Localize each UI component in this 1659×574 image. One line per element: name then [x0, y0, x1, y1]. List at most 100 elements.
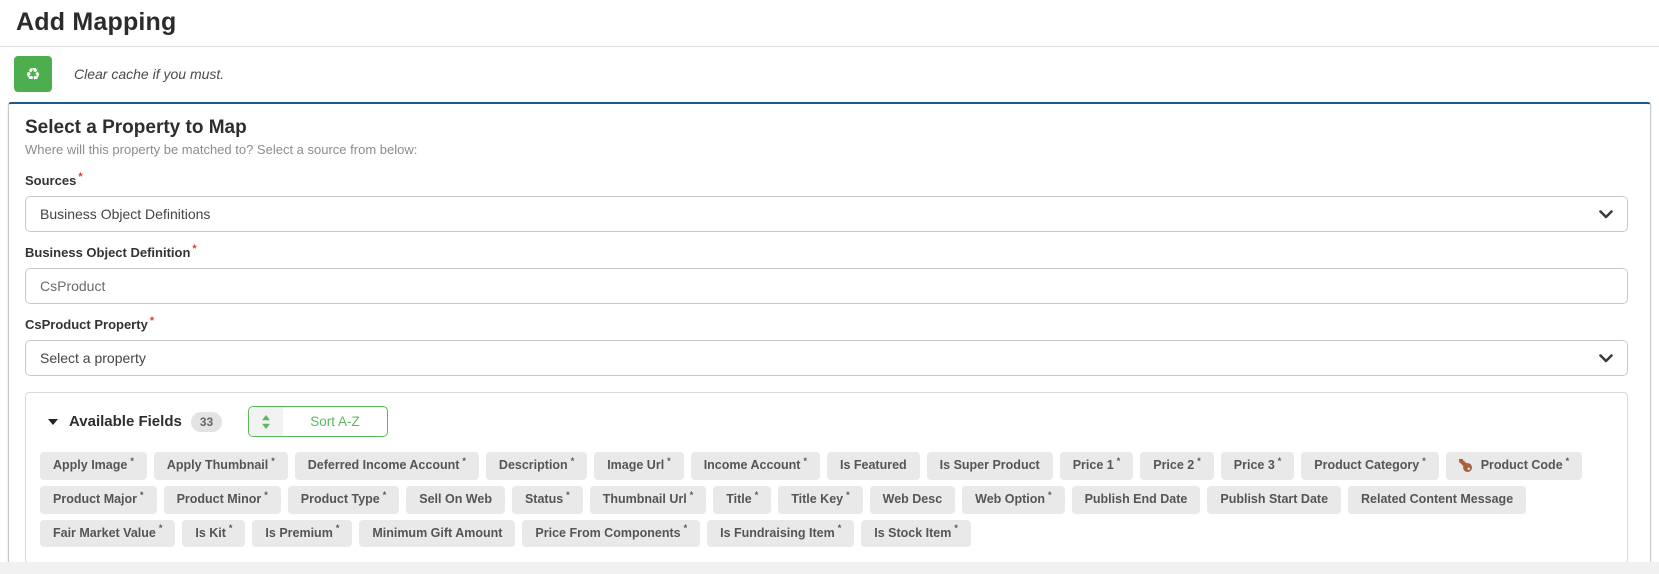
key-icon [1459, 459, 1472, 472]
field-chip-label: Fair Market Value [53, 527, 156, 541]
field-chip[interactable]: Sell On Web [406, 486, 505, 514]
field-chip-label: Is Kit [195, 527, 226, 541]
field-chip[interactable]: Publish End Date [1072, 486, 1201, 514]
sources-label: Sources* [25, 173, 1628, 188]
field-chip[interactable]: Web Option* [962, 486, 1064, 514]
sources-select[interactable]: Business Object Definitions [25, 196, 1628, 232]
field-chip[interactable]: Price 3* [1221, 452, 1295, 480]
field-chip[interactable]: Apply Thumbnail* [154, 452, 288, 480]
field-chip[interactable]: Description* [486, 452, 587, 480]
field-chip[interactable]: Product Minor* [164, 486, 281, 514]
field-chip-label: Web Option [975, 493, 1045, 507]
sort-az-label: Sort A-Z [283, 407, 387, 436]
field-chip[interactable]: Is Kit* [182, 520, 245, 548]
field-chip-label: Is Fundraising Item [720, 527, 835, 541]
required-asterisk: * [192, 243, 196, 255]
field-chip-label: Product Type [301, 493, 380, 507]
field-chip[interactable]: Is Stock Item* [861, 520, 971, 548]
field-chip-label: Is Super Product [940, 459, 1040, 473]
business-object-definition-input[interactable]: CsProduct [25, 268, 1628, 304]
field-chip[interactable]: Minimum Gift Amount [359, 520, 515, 548]
available-fields-list: Apply Image*Apply Thumbnail*Deferred Inc… [38, 452, 1615, 547]
chip-required-marker: * [838, 524, 842, 534]
available-fields-title: Available Fields [69, 413, 182, 430]
field-chip-label: Product Code [1481, 459, 1563, 473]
csproduct-property-label: CsProduct Property* [25, 317, 1628, 332]
field-chip[interactable]: Title Key* [778, 486, 862, 514]
chip-required-marker: * [1278, 457, 1282, 467]
footer-strip [0, 562, 1659, 574]
page-header: Add Mapping [0, 0, 1659, 37]
field-chip-label: Apply Thumbnail [167, 459, 268, 473]
chip-required-marker: * [1566, 457, 1570, 467]
field-chip[interactable]: Product Major* [40, 486, 157, 514]
field-chip[interactable]: Price 1* [1060, 452, 1134, 480]
recycle-icon: ♻ [25, 66, 40, 83]
field-chip[interactable]: Price From Components* [522, 520, 700, 548]
field-chip-label: Minimum Gift Amount [372, 527, 502, 541]
chip-required-marker: * [1048, 491, 1052, 501]
field-chip-label: Income Account [704, 459, 801, 473]
field-chip[interactable]: Income Account* [691, 452, 820, 480]
chip-required-marker: * [667, 457, 671, 467]
chip-required-marker: * [566, 491, 570, 501]
field-chip[interactable]: Thumbnail Url* [590, 486, 707, 514]
field-chip[interactable]: Apply Image* [40, 452, 147, 480]
csproduct-property-select-value: Select a property [40, 350, 146, 366]
chevron-down-icon [1599, 354, 1613, 363]
chip-required-marker: * [954, 524, 958, 534]
field-chip-label: Price From Components [535, 527, 680, 541]
field-chip[interactable]: Publish Start Date [1207, 486, 1341, 514]
field-chip-label: Publish Start Date [1220, 493, 1328, 507]
field-chip[interactable]: Is Super Product [927, 452, 1053, 480]
chip-required-marker: * [383, 491, 387, 501]
field-chip-label: Product Category [1314, 459, 1419, 473]
field-chip[interactable]: Deferred Income Account* [295, 452, 479, 480]
required-asterisk: * [150, 315, 154, 327]
field-chip-label: Publish End Date [1085, 493, 1188, 507]
chip-required-marker: * [846, 491, 850, 501]
field-chip-label: Web Desc [883, 493, 943, 507]
sort-az-button[interactable]: Sort A-Z [248, 406, 388, 437]
field-chip[interactable]: Image Url* [594, 452, 683, 480]
chip-required-marker: * [1422, 457, 1426, 467]
panel-subtitle: Where will this property be matched to? … [25, 142, 1628, 157]
field-chip[interactable]: Price 2* [1140, 452, 1214, 480]
available-fields-count-badge: 33 [191, 412, 222, 432]
field-chip[interactable]: Is Featured [827, 452, 920, 480]
business-object-definition-value: CsProduct [40, 278, 105, 294]
field-chip[interactable]: Product Category* [1301, 452, 1438, 480]
field-chip[interactable]: Product Code* [1446, 452, 1582, 480]
field-chip-label: Deferred Income Account [308, 459, 460, 473]
panel-title: Select a Property to Map [25, 117, 1628, 139]
select-property-panel: Select a Property to Map Where will this… [8, 102, 1651, 564]
field-chip[interactable]: Title* [713, 486, 771, 514]
chip-required-marker: * [159, 524, 163, 534]
field-chip[interactable]: Fair Market Value* [40, 520, 175, 548]
chip-required-marker: * [1117, 457, 1121, 467]
field-chip-label: Image Url [607, 459, 664, 473]
chip-required-marker: * [130, 457, 134, 467]
field-chip[interactable]: Status* [512, 486, 583, 514]
field-chip-label: Title [726, 493, 751, 507]
clear-cache-button[interactable]: ♻ [14, 56, 52, 92]
field-chip-label: Status [525, 493, 563, 507]
available-fields-box: Available Fields 33 Sort A-Z Apply Image… [25, 392, 1628, 564]
chevron-down-icon [1599, 210, 1613, 219]
chip-required-marker: * [336, 524, 340, 534]
field-chip-label: Product Minor [177, 493, 262, 507]
field-chip-label: Thumbnail Url [603, 493, 687, 507]
field-chip[interactable]: Is Premium* [252, 520, 352, 548]
chip-required-marker: * [462, 457, 466, 467]
cache-note-text: Clear cache if you must. [74, 66, 224, 82]
field-chip[interactable]: Product Type* [288, 486, 399, 514]
available-fields-header: Available Fields 33 Sort A-Z [38, 403, 1615, 437]
chip-required-marker: * [229, 524, 233, 534]
collapse-caret-icon[interactable] [48, 419, 58, 425]
csproduct-property-select[interactable]: Select a property [25, 340, 1628, 376]
sources-select-value: Business Object Definitions [40, 206, 210, 222]
field-chip[interactable]: Is Fundraising Item* [707, 520, 854, 548]
field-chip[interactable]: Related Content Message [1348, 486, 1526, 514]
chip-required-marker: * [140, 491, 144, 501]
field-chip[interactable]: Web Desc [870, 486, 956, 514]
